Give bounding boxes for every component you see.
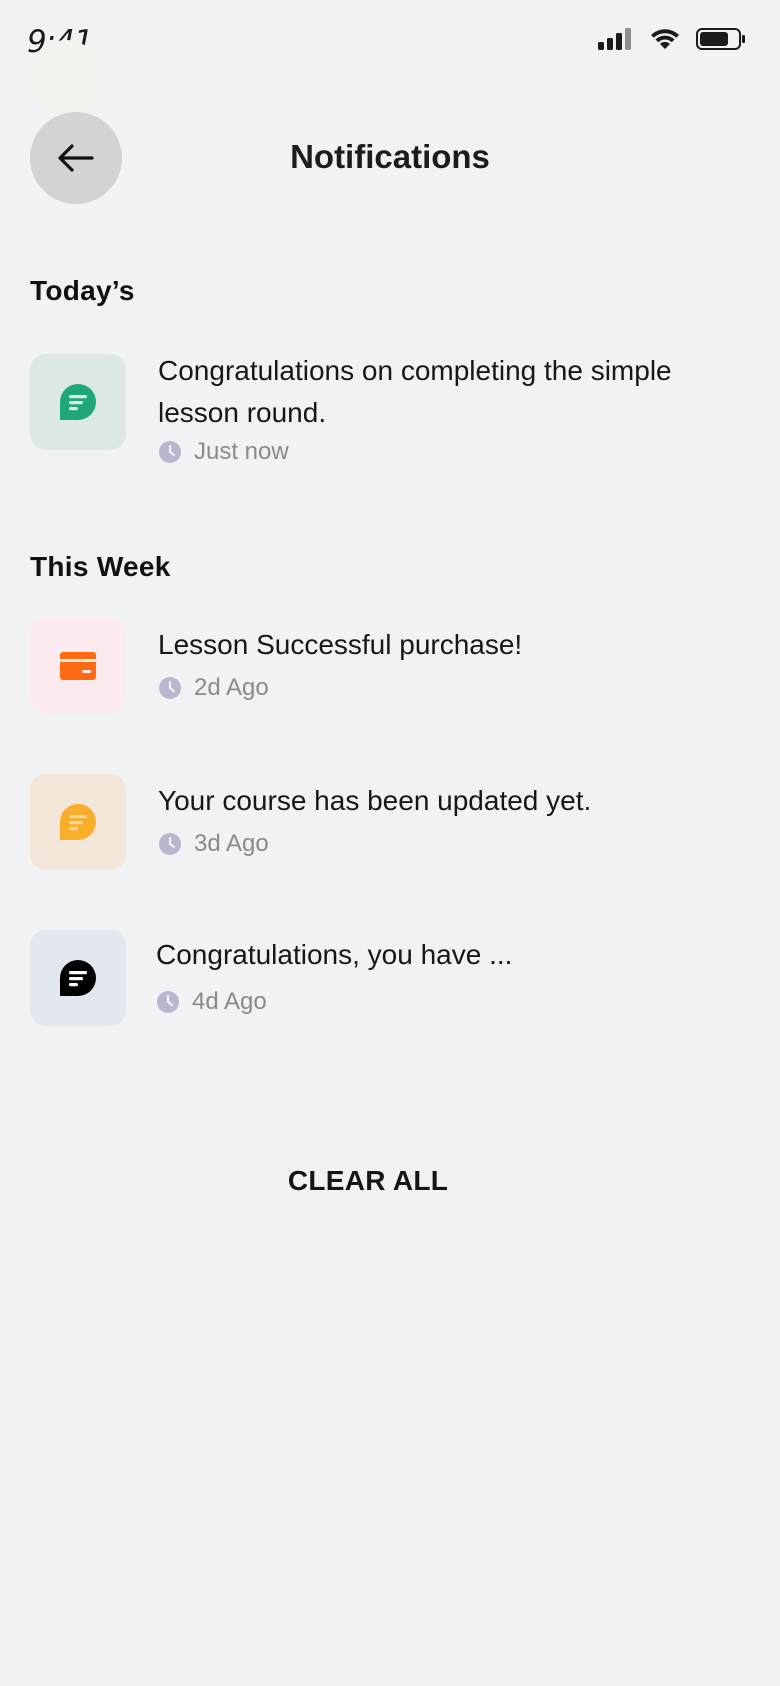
notification-item[interactable]: Congratulations, you have ... 4d Ago xyxy=(30,930,730,1030)
notification-text: Congratulations on completing the simple… xyxy=(158,355,672,428)
notification-time-label: 2d Ago xyxy=(194,674,269,701)
notification-icon-box xyxy=(30,618,126,714)
status-bar: 9:41 xyxy=(0,0,780,90)
section-heading-today: Today’s xyxy=(30,275,135,306)
clock-icon xyxy=(159,833,181,855)
notification-text: Your course has been updated yet. xyxy=(158,785,592,816)
notification-icon-box xyxy=(30,930,126,1026)
notification-time-label: Just now xyxy=(194,438,289,465)
cellular-signal-icon xyxy=(598,28,631,50)
notification-time-label: 4d Ago xyxy=(192,988,267,1015)
chat-bubble-icon xyxy=(60,960,96,996)
clock-icon xyxy=(159,677,181,699)
chat-bubble-icon xyxy=(60,384,96,420)
notification-time: 4d Ago xyxy=(156,988,267,1016)
chat-bubble-icon xyxy=(60,804,96,840)
battery-icon xyxy=(696,28,745,50)
notification-item[interactable]: Your course has been updated yet. 3d Ago xyxy=(30,774,730,874)
clock-icon xyxy=(159,441,181,463)
notification-time: 2d Ago xyxy=(158,674,269,702)
notification-time: 3d Ago xyxy=(158,830,269,858)
notification-icon-box xyxy=(30,354,126,450)
notification-text: Congratulations, you have ... xyxy=(156,939,513,970)
status-icons xyxy=(598,28,746,50)
notification-time: Just now xyxy=(158,438,289,466)
notification-time-label: 3d Ago xyxy=(194,830,269,857)
wifi-icon xyxy=(651,29,679,49)
notification-item[interactable]: Congratulations on completing the simple… xyxy=(30,354,730,474)
notification-text: Lesson Successful purchase! xyxy=(158,629,523,660)
notification-icon-box xyxy=(30,774,126,870)
clear-all-button[interactable]: CLEAR ALL xyxy=(0,1165,736,1197)
notification-item[interactable]: Lesson Successful purchase! 2d Ago xyxy=(30,618,730,718)
clock-icon xyxy=(157,991,179,1013)
section-heading-this-week: This Week xyxy=(30,551,171,582)
page-title: Notifications xyxy=(290,138,490,175)
credit-card-icon xyxy=(60,652,96,680)
decorative-circle xyxy=(30,40,102,112)
